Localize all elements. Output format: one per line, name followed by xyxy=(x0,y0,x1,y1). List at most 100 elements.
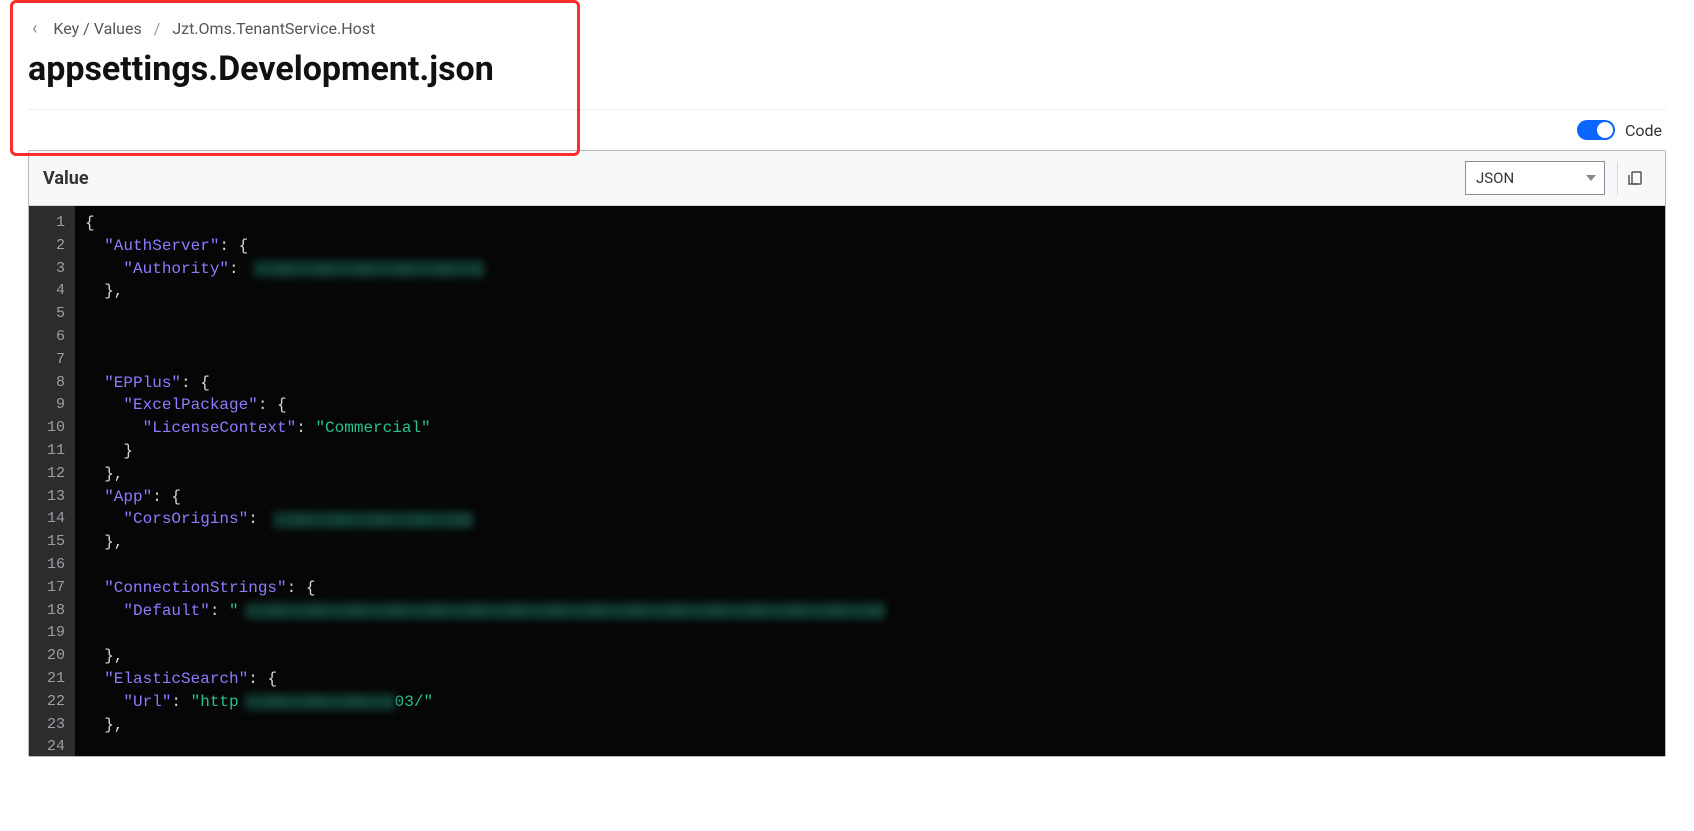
code-line[interactable]: }, xyxy=(85,645,1655,668)
line-number: 18 xyxy=(35,600,65,623)
code-line[interactable] xyxy=(85,554,1655,577)
code-editor[interactable]: 123456789101112131415161718192021222324 … xyxy=(29,206,1665,756)
code-line[interactable] xyxy=(85,303,1655,326)
code-line[interactable]: { xyxy=(85,212,1655,235)
json-string: "http xyxy=(191,691,239,714)
line-number: 20 xyxy=(35,645,65,668)
format-select-value: JSON xyxy=(1476,169,1514,187)
code-line[interactable] xyxy=(85,736,1655,756)
code-line[interactable]: "AuthServer": { xyxy=(85,235,1655,258)
line-gutter: 123456789101112131415161718192021222324 xyxy=(29,206,75,756)
json-punct xyxy=(85,258,123,281)
line-number: 1 xyxy=(35,212,65,235)
code-line[interactable]: "EPPlus": { xyxy=(85,372,1655,395)
redacted-value xyxy=(245,603,885,619)
json-string: "Commercial" xyxy=(315,417,430,440)
code-line[interactable] xyxy=(85,622,1655,645)
json-punct xyxy=(85,235,104,258)
code-toggle[interactable] xyxy=(1577,120,1615,140)
json-key: "EPPlus" xyxy=(104,372,181,395)
json-key: "LicenseContext" xyxy=(143,417,297,440)
line-number: 13 xyxy=(35,486,65,509)
line-number: 4 xyxy=(35,280,65,303)
json-key: "Url" xyxy=(123,691,171,714)
code-line[interactable]: "CorsOrigins": xyxy=(85,508,1655,531)
code-line[interactable]: }, xyxy=(85,463,1655,486)
line-number: 17 xyxy=(35,577,65,600)
json-punct: : { xyxy=(152,486,181,509)
breadcrumb-item-keyvalues[interactable]: Key / Values xyxy=(53,19,141,38)
code-line[interactable]: }, xyxy=(85,280,1655,303)
code-line[interactable]: } xyxy=(85,440,1655,463)
code-content[interactable]: { "AuthServer": { "Authority": }, "EPPlu… xyxy=(75,206,1665,756)
code-line[interactable]: "Url": "http03/" xyxy=(85,691,1655,714)
json-punct: }, xyxy=(85,645,123,668)
code-line[interactable]: "ConnectionStrings": { xyxy=(85,577,1655,600)
json-key: "Default" xyxy=(123,600,209,623)
page-title: appsettings.Development.json xyxy=(28,49,1666,110)
value-label: Value xyxy=(43,168,89,189)
json-punct: : xyxy=(229,258,248,281)
code-line[interactable] xyxy=(85,326,1655,349)
json-punct: }, xyxy=(85,463,123,486)
code-line[interactable]: "ExcelPackage": { xyxy=(85,394,1655,417)
json-punct xyxy=(85,394,123,417)
json-punct xyxy=(85,417,143,440)
back-icon[interactable]: ‹ xyxy=(28,18,41,39)
json-punct: : { xyxy=(258,394,287,417)
json-key: "ExcelPackage" xyxy=(123,394,257,417)
breadcrumb-item-host[interactable]: Jzt.Oms.TenantService.Host xyxy=(172,19,375,38)
code-line[interactable]: }, xyxy=(85,714,1655,737)
code-line[interactable]: }, xyxy=(85,531,1655,554)
json-key: "App" xyxy=(104,486,152,509)
line-number: 12 xyxy=(35,463,65,486)
breadcrumb-separator: / xyxy=(154,19,161,38)
line-number: 10 xyxy=(35,417,65,440)
json-punct: }, xyxy=(85,531,123,554)
json-punct: : xyxy=(248,508,267,531)
line-number: 7 xyxy=(35,349,65,372)
copy-button[interactable] xyxy=(1617,161,1651,195)
line-number: 24 xyxy=(35,736,65,756)
code-line[interactable]: "App": { xyxy=(85,486,1655,509)
line-number: 21 xyxy=(35,668,65,691)
code-line[interactable] xyxy=(85,349,1655,372)
line-number: 22 xyxy=(35,691,65,714)
json-punct xyxy=(85,577,104,600)
line-number: 14 xyxy=(35,508,65,531)
json-punct xyxy=(85,372,104,395)
line-number: 5 xyxy=(35,303,65,326)
line-number: 23 xyxy=(35,714,65,737)
clipboard-icon xyxy=(1626,169,1644,187)
json-punct xyxy=(85,508,123,531)
json-punct: } xyxy=(85,440,133,463)
redacted-value xyxy=(254,261,484,277)
json-punct: : { xyxy=(248,668,277,691)
line-number: 15 xyxy=(35,531,65,554)
code-line[interactable]: "ElasticSearch": { xyxy=(85,668,1655,691)
line-number: 9 xyxy=(35,394,65,417)
json-punct xyxy=(85,486,104,509)
redacted-value xyxy=(245,694,395,710)
value-panel: Value JSON 12345678910111213141516171819… xyxy=(28,150,1666,757)
line-number: 19 xyxy=(35,622,65,645)
line-number: 2 xyxy=(35,235,65,258)
json-punct: : { xyxy=(219,235,248,258)
json-punct xyxy=(85,668,104,691)
json-punct: : { xyxy=(181,372,210,395)
line-number: 11 xyxy=(35,440,65,463)
breadcrumb: ‹ Key / Values / Jzt.Oms.TenantService.H… xyxy=(28,0,1666,49)
code-line[interactable]: "Authority": xyxy=(85,258,1655,281)
json-punct: : xyxy=(210,600,229,623)
json-punct: : xyxy=(296,417,315,440)
json-string: " xyxy=(229,600,239,623)
json-punct: : xyxy=(171,691,190,714)
json-punct: : { xyxy=(287,577,316,600)
json-punct: { xyxy=(85,212,95,235)
json-punct: }, xyxy=(85,280,123,303)
code-line[interactable]: "LicenseContext": "Commercial" xyxy=(85,417,1655,440)
code-line[interactable]: "Default": " xyxy=(85,600,1655,623)
format-select[interactable]: JSON xyxy=(1465,161,1605,195)
line-number: 3 xyxy=(35,258,65,281)
line-number: 8 xyxy=(35,372,65,395)
